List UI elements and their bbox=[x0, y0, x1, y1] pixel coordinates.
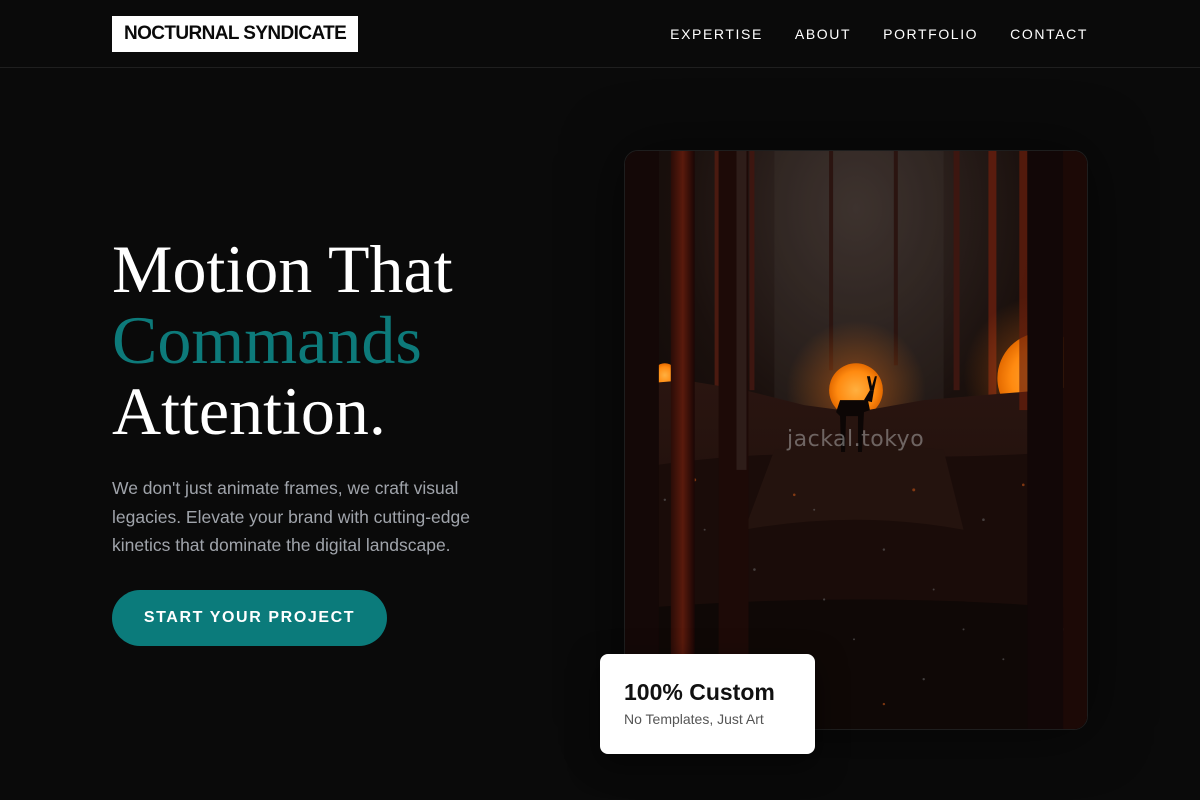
nav-link-about[interactable]: ABOUT bbox=[795, 24, 851, 44]
hero-title-accent: Commands bbox=[112, 302, 422, 378]
badge-subtitle: No Templates, Just Art bbox=[624, 711, 764, 727]
media-watermark: jackal.tokyo bbox=[787, 427, 925, 452]
badge-title: 100% Custom bbox=[624, 679, 775, 705]
nav-link-portfolio[interactable]: PORTFOLIO bbox=[883, 24, 978, 44]
brand-logo[interactable]: NOCTURNAL SYNDICATE bbox=[112, 16, 359, 52]
main-nav: EXPERTISE ABOUT PORTFOLIO CONTACT bbox=[670, 24, 1088, 44]
hero-title: Motion That Commands Attention. bbox=[112, 234, 453, 447]
custom-badge-card: 100% Custom No Templates, Just Art bbox=[600, 654, 815, 754]
start-project-button[interactable]: START YOUR PROJECT bbox=[112, 590, 387, 646]
hero-title-line1: Motion That bbox=[112, 231, 453, 307]
nav-link-contact[interactable]: CONTACT bbox=[1010, 24, 1088, 44]
hero-description: We don't just animate frames, we craft v… bbox=[112, 478, 470, 555]
hero-title-line3: Attention. bbox=[112, 373, 386, 449]
nav-link-expertise[interactable]: EXPERTISE bbox=[670, 24, 763, 44]
hero-media: jackal.tokyo bbox=[624, 150, 1088, 730]
site-header: NOCTURNAL SYNDICATE EXPERTISE ABOUT PORT… bbox=[0, 0, 1200, 68]
